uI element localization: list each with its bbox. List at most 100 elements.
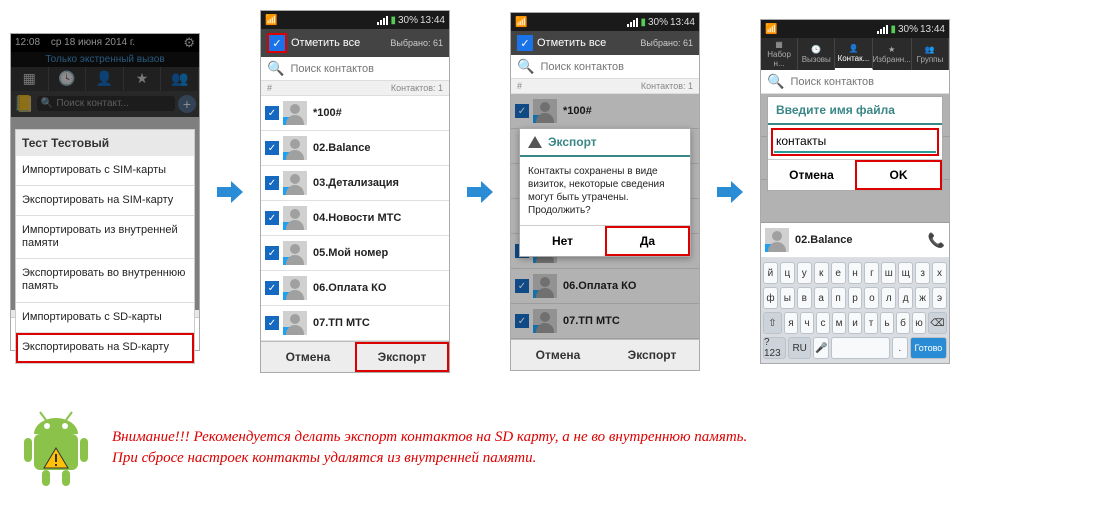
contact-row: ✓07.ТП МТС [511,304,699,339]
avatar [283,276,307,300]
dialog-title: Экспорт [548,135,597,149]
export-button[interactable]: Экспорт [355,342,449,372]
call-icon[interactable]: 📞 [928,232,945,249]
key[interactable]: х [932,262,947,284]
key[interactable]: т [864,312,878,334]
row-checkbox[interactable]: ✓ [265,281,279,295]
dialog-yes-button[interactable]: Да [605,226,690,256]
dialog-title-row: Экспорт [520,129,690,157]
contact-list: ✓ *100# ✓02.Balance ✓03.Детализация ✓04.Н… [261,96,449,341]
menu-import-sim[interactable]: Импортировать с SIM-карты [16,156,194,186]
check-all-checkbox[interactable]: ✓ [517,35,533,51]
key[interactable]: п [831,287,846,309]
tab-groups[interactable]: 👥Группы [912,38,949,70]
check-all-checkbox[interactable]: ✓ [267,33,287,53]
selection-count: Выбрано: 61 [640,38,693,48]
key-dot[interactable]: . [892,337,908,359]
row-checkbox[interactable]: ✓ [265,246,279,260]
contact-row[interactable]: ✓03.Детализация [261,166,449,201]
key[interactable]: й [763,262,778,284]
key[interactable]: ш [881,262,896,284]
key[interactable]: щ [898,262,913,284]
avatar [283,136,307,160]
warning-line-1: Внимание!!! Рекомендуется делать экспорт… [112,429,747,446]
section-count: Контактов: 1 [391,83,443,93]
search-input[interactable] [538,60,693,74]
dialog-no-button[interactable]: Нет [520,226,605,256]
export-confirm-dialog: Экспорт Контакты сохранены в виде визито… [519,128,691,257]
key[interactable]: у [797,262,812,284]
key-enter[interactable]: Готово [910,337,947,359]
row-checkbox[interactable]: ✓ [265,316,279,330]
dialog-title: Введите имя файла [768,97,942,125]
key[interactable]: в [797,287,812,309]
contact-row[interactable]: ✓ *100# [261,96,449,131]
key[interactable]: к [814,262,829,284]
contact-row[interactable]: 02.Balance 📞 [761,223,949,258]
contact-row[interactable]: ✓04.Новости МТС [261,201,449,236]
key[interactable]: р [848,287,863,309]
key[interactable]: ы [780,287,795,309]
menu-import-internal[interactable]: Импортировать из внутренней памяти [16,216,194,259]
key[interactable]: м [832,312,846,334]
key-mic[interactable]: 🎤 [813,337,829,359]
key[interactable]: и [848,312,862,334]
key[interactable]: ⌫ [928,312,947,334]
search-input[interactable] [788,75,943,89]
key-symbols[interactable]: ?123 [763,337,786,359]
key[interactable]: о [864,287,879,309]
step-arrow-icon [465,177,495,207]
contact-row[interactable]: ✓02.Balance [261,131,449,166]
step-arrow-icon [215,177,245,207]
tab-calls[interactable]: 🕓Вызовы [798,38,835,70]
key[interactable]: н [848,262,863,284]
key[interactable]: л [881,287,896,309]
contact-name: 02.Balance [795,234,852,246]
tab-dialer[interactable]: ▦Набор н... [761,38,798,70]
contact-row[interactable]: ✓05.Мой номер [261,236,449,271]
key[interactable]: з [915,262,930,284]
cancel-button[interactable]: Отмена [261,342,355,372]
phone-2-screenshot: 📶 ▮ 30% 13:44 ✓ Отметить все Выбрано: 61… [260,10,450,373]
row-checkbox[interactable]: ✓ [265,106,279,120]
key[interactable]: а [814,287,829,309]
dialog-ok-button[interactable]: OK [855,160,942,190]
key-space[interactable] [831,337,889,359]
search-icon: 🔍 [267,60,284,77]
key[interactable]: ь [880,312,894,334]
key[interactable]: ч [800,312,814,334]
key-lang[interactable]: RU [788,337,811,359]
row-checkbox[interactable]: ✓ [265,141,279,155]
key[interactable]: ю [912,312,926,334]
key[interactable]: ж [915,287,930,309]
filename-input[interactable] [774,131,936,153]
key[interactable]: е [831,262,846,284]
key[interactable]: ц [780,262,795,284]
search-input[interactable] [288,62,443,76]
avatar [283,206,307,230]
menu-import-sd[interactable]: Импортировать с SD-карты [16,303,194,333]
menu-export-sd[interactable]: Экспортировать на SD-карту [16,333,194,363]
contact-row: ✓*100# [511,94,699,129]
menu-export-internal[interactable]: Экспортировать во внутреннюю память [16,259,194,302]
key[interactable]: б [896,312,910,334]
tab-favorites[interactable]: ★Избранн... [873,38,912,70]
key[interactable]: с [816,312,830,334]
contact-row[interactable]: ✓07.ТП МТС [261,306,449,341]
signal-icon [627,18,638,27]
key[interactable]: д [898,287,913,309]
tab-contacts[interactable]: 👤Контак... [835,38,872,70]
export-button[interactable]: Экспорт [605,340,699,370]
contact-name: *100# [313,107,342,119]
row-checkbox[interactable]: ✓ [265,176,279,190]
key[interactable]: ⇧ [763,312,782,334]
contact-row[interactable]: ✓06.Оплата КО [261,271,449,306]
key[interactable]: э [932,287,947,309]
key[interactable]: г [864,262,879,284]
key[interactable]: ф [763,287,778,309]
row-checkbox[interactable]: ✓ [265,211,279,225]
cancel-button[interactable]: Отмена [511,340,605,370]
key[interactable]: я [784,312,798,334]
menu-export-sim[interactable]: Экспортировать на SIM-карту [16,186,194,216]
dialog-cancel-button[interactable]: Отмена [768,160,855,190]
